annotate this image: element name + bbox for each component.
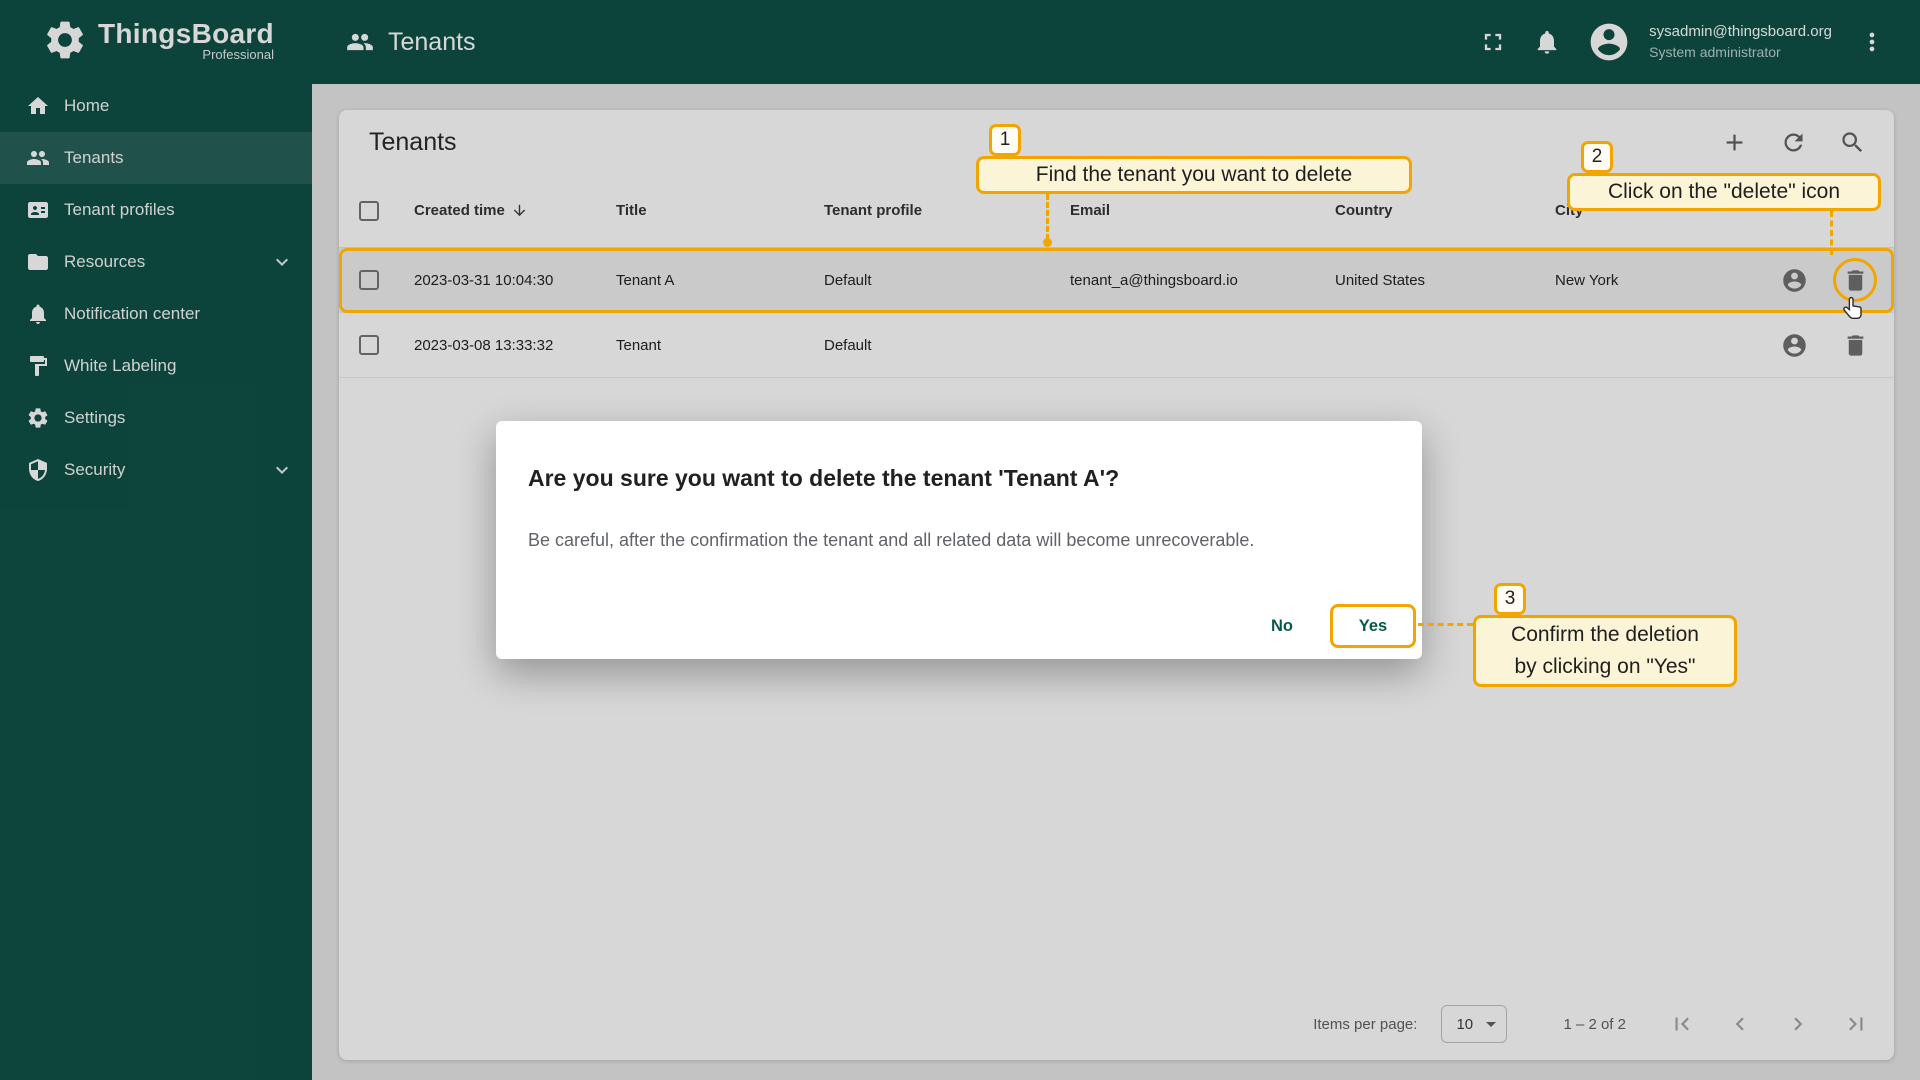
- dialog-message: Be careful, after the confirmation the t…: [528, 530, 1255, 550]
- delete-tenant-dialog: Are you sure you want to delete the tena…: [496, 421, 1422, 659]
- thingsboard-app: ThingsBoard Professional Home Tenants Te…: [0, 0, 1920, 1080]
- no-button[interactable]: No: [1246, 604, 1318, 648]
- dialog-title: Are you sure you want to delete the tena…: [528, 465, 1120, 491]
- yes-button[interactable]: Yes: [1330, 604, 1416, 648]
- dialog-actions: No Yes: [1246, 604, 1416, 648]
